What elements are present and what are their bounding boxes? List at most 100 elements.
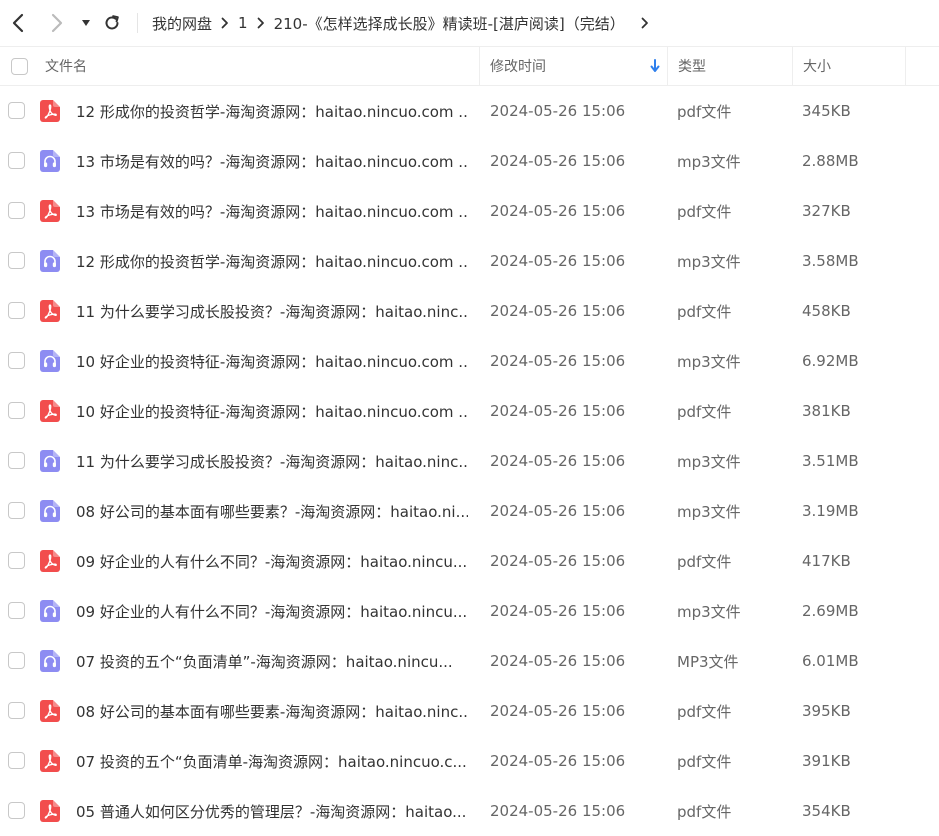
file-name: 09 好企业的人有什么不同？-海淘资源网：haitao.nincu...: [76, 602, 468, 621]
file-size: 2.69MB: [802, 602, 859, 620]
pdf-file-icon: [40, 100, 60, 122]
audio-file-icon: [40, 150, 60, 172]
file-type: pdf文件: [677, 702, 732, 721]
triangle-down-icon: [82, 20, 90, 26]
breadcrumb-item-folder-1[interactable]: 1: [238, 14, 248, 32]
column-header-modified[interactable]: 修改时间: [490, 47, 546, 85]
audio-file-icon: [40, 350, 60, 372]
file-modified-time: 2024-05-26 15:06: [490, 302, 626, 320]
file-size: 3.58MB: [802, 252, 859, 270]
row-checkbox[interactable]: [8, 502, 25, 519]
column-header-name[interactable]: 文件名: [45, 47, 87, 85]
file-name: 10 好企业的投资特征-海淘资源网：haitao.nincuo.com ...: [76, 402, 468, 421]
history-dropdown-button[interactable]: [74, 11, 98, 35]
select-all-checkbox[interactable]: [11, 47, 28, 85]
file-size: 354KB: [802, 802, 851, 820]
file-row[interactable]: 11 为什么要学习成长股投资？-海淘资源网：haitao.ninc... 202…: [0, 286, 939, 336]
file-modified-time: 2024-05-26 15:06: [490, 652, 626, 670]
file-modified-time: 2024-05-26 15:06: [490, 252, 626, 270]
file-size: 417KB: [802, 552, 851, 570]
file-size: 395KB: [802, 702, 851, 720]
audio-file-icon: [40, 250, 60, 272]
row-checkbox[interactable]: [8, 552, 25, 569]
file-modified-time: 2024-05-26 15:06: [490, 602, 626, 620]
file-type: mp3文件: [677, 152, 741, 171]
file-type: pdf文件: [677, 552, 732, 571]
column-header-type[interactable]: 类型: [678, 47, 706, 85]
row-checkbox[interactable]: [8, 802, 25, 819]
refresh-button[interactable]: [100, 11, 124, 35]
file-row[interactable]: 13 市场是有效的吗？-海淘资源网：haitao.nincuo.com ... …: [0, 136, 939, 186]
row-checkbox[interactable]: [8, 252, 25, 269]
file-type: mp3文件: [677, 452, 741, 471]
file-modified-time: 2024-05-26 15:06: [490, 352, 626, 370]
file-modified-time: 2024-05-26 15:06: [490, 552, 626, 570]
file-modified-time: 2024-05-26 15:06: [490, 152, 626, 170]
file-name: 12 形成你的投资哲学-海淘资源网：haitao.nincuo.com ...: [76, 102, 468, 121]
file-row[interactable]: 05 普通人如何区分优秀的管理层？-海淘资源网：haitao... 2024-0…: [0, 786, 939, 836]
refresh-icon: [105, 15, 119, 30]
file-row[interactable]: 13 市场是有效的吗？-海淘资源网：haitao.nincuo.com ... …: [0, 186, 939, 236]
breadcrumb-item-root[interactable]: 我的网盘: [152, 13, 212, 34]
chevron-right-icon: [641, 17, 648, 29]
breadcrumb-item-current[interactable]: 210-《怎样选择成长股》精读班-[湛庐阅读]（完结）: [274, 13, 625, 34]
chevron-right-icon: [257, 17, 264, 29]
forward-button[interactable]: [45, 11, 69, 35]
back-button[interactable]: [6, 11, 30, 35]
file-modified-time: 2024-05-26 15:06: [490, 752, 626, 770]
file-size: 458KB: [802, 302, 851, 320]
row-checkbox[interactable]: [8, 352, 25, 369]
sort-descending-icon[interactable]: [650, 59, 660, 73]
chevron-right-icon: [221, 17, 228, 29]
file-type: mp3文件: [677, 502, 741, 521]
file-name: 13 市场是有效的吗？-海淘资源网：haitao.nincuo.com ...: [76, 152, 468, 171]
row-checkbox[interactable]: [8, 102, 25, 119]
row-checkbox[interactable]: [8, 652, 25, 669]
file-type: pdf文件: [677, 302, 732, 321]
file-row[interactable]: 07 投资的五个“负面清单”-海淘资源网：haitao.nincu... 202…: [0, 636, 939, 686]
file-type: pdf文件: [677, 202, 732, 221]
file-name: 13 市场是有效的吗？-海淘资源网：haitao.nincuo.com ...: [76, 202, 468, 221]
file-type: pdf文件: [677, 752, 732, 771]
breadcrumb-more-button[interactable]: [641, 17, 649, 29]
row-checkbox[interactable]: [8, 152, 25, 169]
file-type: pdf文件: [677, 402, 732, 421]
file-size: 381KB: [802, 402, 851, 420]
file-row[interactable]: 12 形成你的投资哲学-海淘资源网：haitao.nincuo.com ... …: [0, 86, 939, 136]
pdf-file-icon: [40, 800, 60, 822]
file-type: pdf文件: [677, 102, 732, 121]
file-row[interactable]: 08 好公司的基本面有哪些要素？-海淘资源网：haitao.ni... 2024…: [0, 486, 939, 536]
file-name: 07 投资的五个“负面清单-海淘资源网：haitao.nincuo.c...: [76, 752, 467, 771]
row-checkbox[interactable]: [8, 702, 25, 719]
chevron-left-icon: [12, 13, 24, 33]
toolbar: 我的网盘 1 210-《怎样选择成长股》精读班-[湛庐阅读]（完结）: [0, 0, 939, 46]
row-checkbox[interactable]: [8, 752, 25, 769]
file-name: 08 好公司的基本面有哪些要素？-海淘资源网：haitao.ni...: [76, 502, 468, 521]
column-header-size[interactable]: 大小: [803, 47, 831, 85]
row-checkbox[interactable]: [8, 302, 25, 319]
file-name: 09 好企业的人有什么不同？-海淘资源网：haitao.nincu...: [76, 552, 468, 571]
file-row[interactable]: 10 好企业的投资特征-海淘资源网：haitao.nincuo.com ... …: [0, 336, 939, 386]
file-row[interactable]: 08 好公司的基本面有哪些要素-海淘资源网：haitao.ninc... 202…: [0, 686, 939, 736]
file-row[interactable]: 07 投资的五个“负面清单-海淘资源网：haitao.nincuo.c... 2…: [0, 736, 939, 786]
file-row[interactable]: 09 好企业的人有什么不同？-海淘资源网：haitao.nincu... 202…: [0, 536, 939, 586]
column-divider: [479, 47, 480, 85]
file-size: 345KB: [802, 102, 851, 120]
file-modified-time: 2024-05-26 15:06: [490, 102, 626, 120]
file-size: 2.88MB: [802, 152, 859, 170]
file-row[interactable]: 12 形成你的投资哲学-海淘资源网：haitao.nincuo.com ... …: [0, 236, 939, 286]
file-name: 05 普通人如何区分优秀的管理层？-海淘资源网：haitao...: [76, 802, 467, 821]
row-checkbox[interactable]: [8, 402, 25, 419]
file-modified-time: 2024-05-26 15:06: [490, 502, 626, 520]
row-checkbox[interactable]: [8, 202, 25, 219]
file-row[interactable]: 10 好企业的投资特征-海淘资源网：haitao.nincuo.com ... …: [0, 386, 939, 436]
row-checkbox[interactable]: [8, 602, 25, 619]
file-row[interactable]: 09 好企业的人有什么不同？-海淘资源网：haitao.nincu... 202…: [0, 586, 939, 636]
file-size: 6.01MB: [802, 652, 859, 670]
audio-file-icon: [40, 600, 60, 622]
file-row[interactable]: 11 为什么要学习成长股投资？-海淘资源网：haitao.ninc... 202…: [0, 436, 939, 486]
pdf-file-icon: [40, 200, 60, 222]
chevron-right-icon: [51, 13, 63, 33]
column-divider: [792, 47, 793, 85]
row-checkbox[interactable]: [8, 452, 25, 469]
